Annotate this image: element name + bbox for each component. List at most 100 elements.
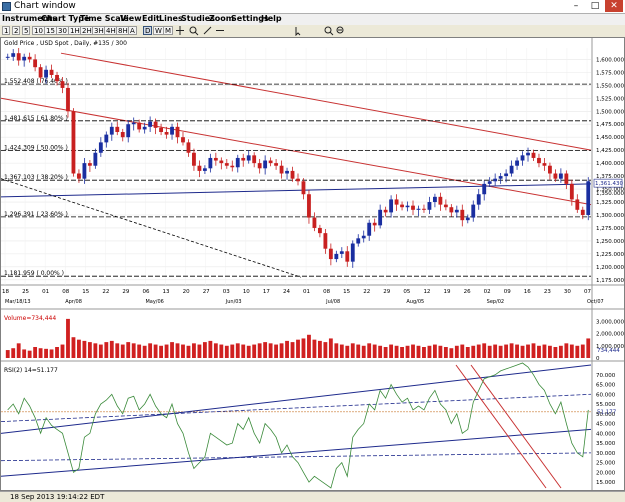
time-tick-label: 08: [323, 289, 330, 295]
candle-body: [471, 204, 476, 218]
candle-body: [115, 126, 120, 133]
volume-bar: [246, 345, 251, 358]
crosshair-icon[interactable]: [176, 26, 184, 35]
volume-bar: [104, 342, 109, 358]
candle-body: [548, 165, 552, 174]
menu-help[interactable]: Help: [261, 14, 282, 23]
price-tick-label: 1,425.000: [596, 148, 624, 154]
candle-body: [246, 155, 251, 161]
menu-lines[interactable]: Lines: [159, 14, 183, 23]
timeframe-daily-button[interactable]: D: [143, 26, 153, 35]
volume-bar: [383, 347, 388, 358]
timeframe-2-button[interactable]: 2: [12, 26, 21, 35]
candle-body: [350, 243, 355, 262]
volume-bar: [411, 344, 415, 358]
candle-body: [487, 181, 492, 184]
candle-body: [427, 202, 432, 210]
volume-bar: [443, 347, 448, 358]
close-button[interactable]: ✕: [605, 0, 623, 12]
rsi-tick-label: 70.000: [596, 373, 616, 379]
zoom-icon[interactable]: [336, 26, 344, 34]
rsi-last-tag: 51.177: [597, 410, 617, 416]
chart-area[interactable]: 1,552.408 ( 76.40% ) 1,481.615 ( 61.80% )…: [0, 37, 625, 491]
volume-bar: [257, 343, 262, 358]
candle-body: [526, 152, 530, 156]
candle-body: [405, 205, 410, 208]
candle-body: [334, 253, 339, 260]
volume-bar: [82, 340, 87, 358]
rsi-tick-label: 20.000: [596, 470, 616, 476]
volume-bar: [432, 344, 437, 358]
candle-body: [27, 56, 32, 60]
volume-last-tag: 734,444: [597, 348, 620, 354]
price-tick-label: 1,175.000: [596, 278, 624, 284]
volume-bar: [33, 347, 38, 358]
menu-edit[interactable]: Edit: [142, 14, 160, 23]
volume-bar: [482, 343, 487, 358]
volume-bar: [548, 345, 552, 358]
chart-canvas[interactable]: 1,552.408 ( 76.40% )1,481.615 ( 61.80% )…: [1, 38, 624, 490]
draw-line-icon[interactable]: [203, 26, 212, 35]
timeframe-1-button[interactable]: 1: [2, 26, 11, 35]
candle-body: [432, 196, 437, 203]
volume-bar: [11, 348, 16, 358]
month-label: May/06: [145, 299, 163, 305]
volume-bar: [422, 347, 426, 358]
toolbar-icons: [176, 26, 344, 36]
candle-body: [38, 67, 43, 78]
candle-body: [449, 207, 454, 213]
time-tick-label: 24: [283, 289, 290, 295]
volume-bar: [531, 343, 536, 358]
timeframe-15-button[interactable]: 15: [44, 26, 57, 35]
candle-body: [192, 152, 196, 166]
volume-bar: [285, 340, 289, 358]
candle-body: [504, 173, 509, 177]
volume-bar: [98, 344, 103, 358]
time-tick-label: 17: [263, 289, 270, 295]
volume-bar: [296, 339, 300, 358]
cursor-icon[interactable]: [295, 27, 301, 36]
candle-body: [257, 163, 262, 169]
candle-body: [213, 157, 218, 161]
timeframe-monthly-button[interactable]: M: [163, 26, 174, 35]
maximize-button[interactable]: □: [586, 0, 604, 12]
candle-body: [356, 238, 361, 244]
candle-body: [164, 132, 169, 135]
zoom-in-icon[interactable]: [189, 26, 199, 36]
menu-view[interactable]: View: [120, 14, 142, 23]
volume-bar: [471, 345, 476, 358]
time-tick-label: 02: [484, 289, 491, 295]
minimize-button[interactable]: –: [567, 0, 585, 12]
time-tick-label: 15: [82, 289, 89, 295]
rsi-tick-label: 15.000: [596, 480, 616, 486]
price-tick-label: 1,475.000: [596, 122, 624, 128]
candle-body: [509, 165, 514, 174]
candle-body: [454, 209, 459, 213]
timeframe-all-button[interactable]: A: [128, 26, 137, 35]
volume-bar: [526, 344, 530, 358]
timeframe-30-button[interactable]: 30: [56, 26, 69, 35]
volume-bar: [186, 345, 191, 358]
volume-bar: [438, 345, 443, 358]
time-tick-label: 19: [444, 289, 451, 295]
volume-bar: [558, 345, 563, 358]
volume-bar: [520, 345, 525, 358]
rsi-tick-label: 45.000: [596, 422, 616, 428]
candle-body: [137, 122, 142, 130]
volume-bar: [202, 342, 207, 358]
candle-body: [372, 222, 377, 226]
candle-body: [197, 165, 202, 171]
fib-level-label: 1,367.103 ( 38.20% ): [4, 174, 68, 181]
timeframe-5-button[interactable]: 5: [22, 26, 31, 35]
volume-bar: [192, 343, 196, 358]
timeframe-10-button[interactable]: 10: [32, 26, 45, 35]
candle-body: [296, 178, 300, 182]
volume-bar: [71, 337, 76, 358]
rsi-tick-label: 55.000: [596, 402, 616, 408]
volume-bar: [115, 343, 120, 358]
search-icon[interactable]: [324, 26, 334, 36]
month-label: Jul/08: [325, 299, 340, 305]
time-tick-label: 27: [203, 289, 210, 295]
candle-body: [268, 160, 273, 164]
time-tick-label: 30: [564, 289, 571, 295]
